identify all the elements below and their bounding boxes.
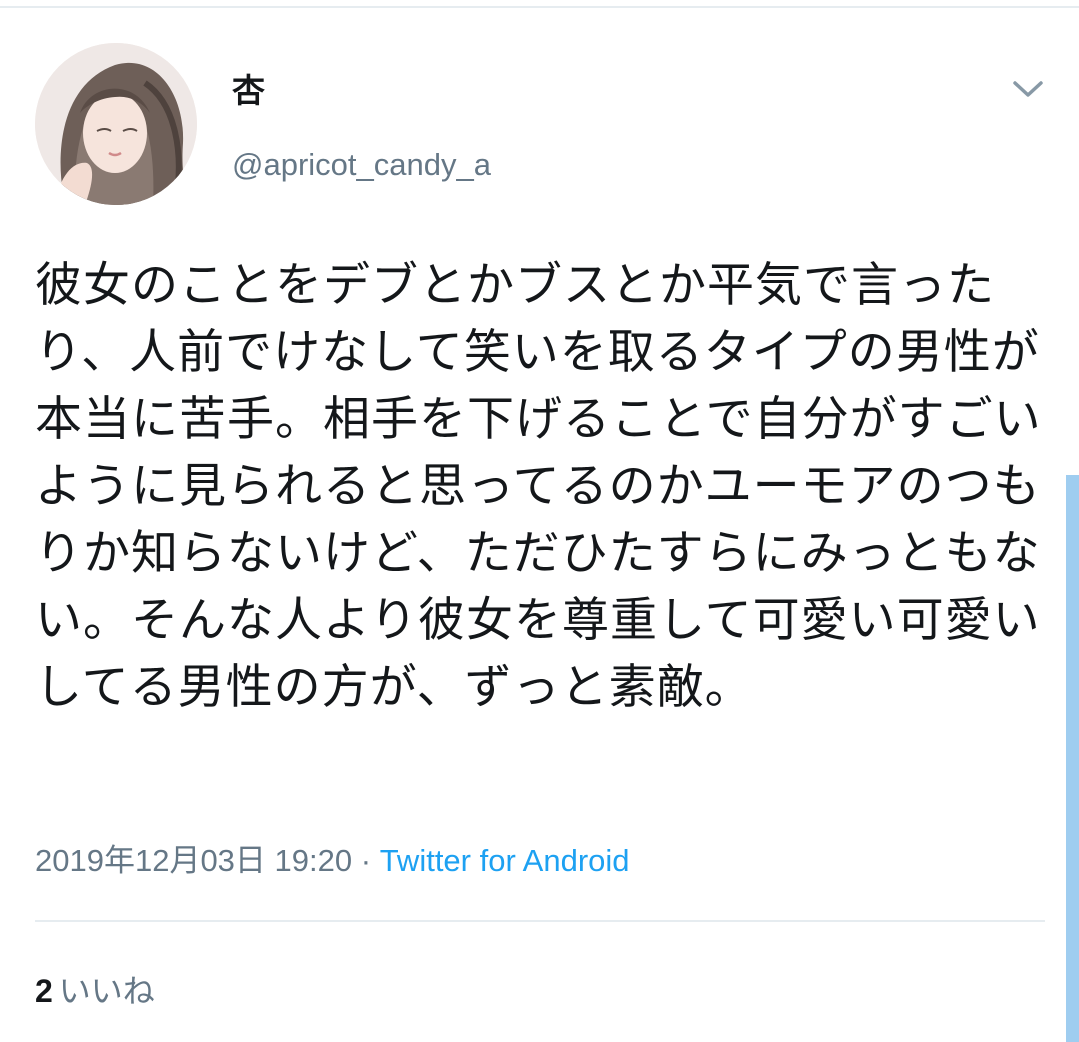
- avatar[interactable]: [35, 43, 197, 205]
- timestamp[interactable]: 2019年12月03日 19:20: [35, 843, 352, 878]
- avatar-illustration: [35, 43, 197, 205]
- tweet-text: 彼女のことをデブとかブスとか平気で言ったり、人前でけなして笑いを取るタイプの男性…: [35, 258, 1042, 715]
- display-name[interactable]: 杏: [232, 71, 265, 111]
- likes-count: 2: [35, 973, 53, 1009]
- chevron-down-icon[interactable]: [1008, 73, 1048, 107]
- scrollbar-thumb[interactable]: [1066, 475, 1079, 1042]
- meta-separator: ·: [360, 843, 372, 878]
- top-divider: [0, 6, 1079, 8]
- user-handle[interactable]: @apricot_candy_a: [232, 145, 491, 185]
- divider: [35, 920, 1045, 922]
- tweet-meta: 2019年12月03日 19:20 · Twitter for Android: [35, 841, 630, 881]
- likes-stat[interactable]: 2 いいね: [35, 970, 155, 1012]
- tweet-source-link[interactable]: Twitter for Android: [380, 843, 630, 878]
- likes-label: いいね: [58, 972, 155, 1010]
